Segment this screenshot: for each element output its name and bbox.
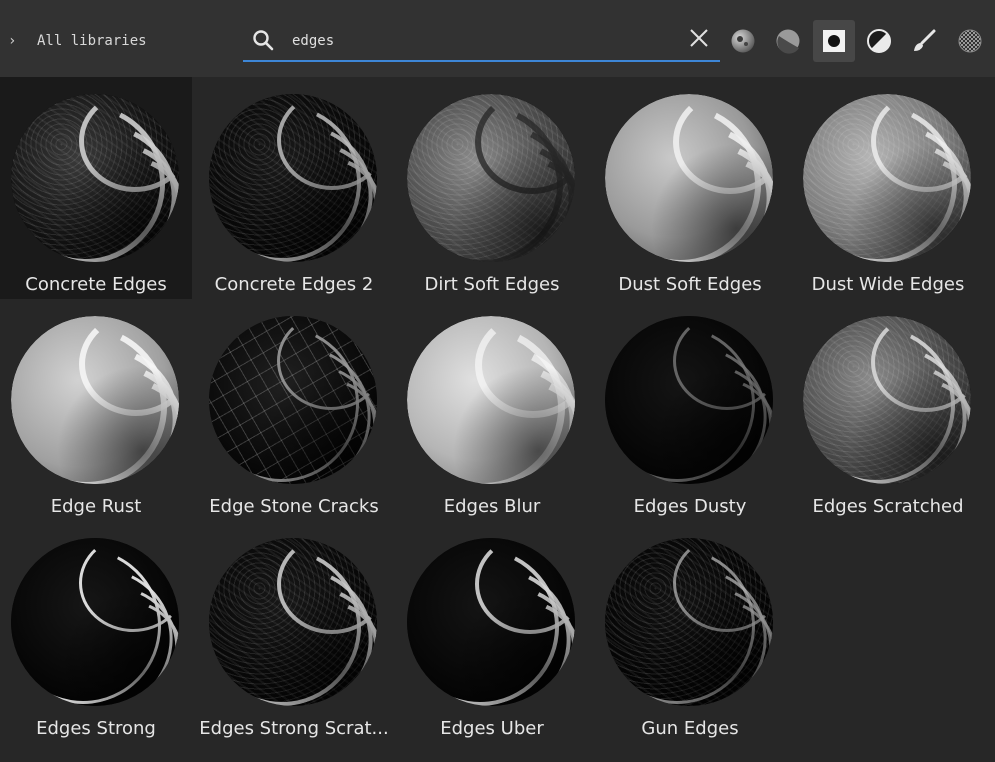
- filter-grunge-button[interactable]: [722, 20, 764, 62]
- material-tile[interactable]: Dust Wide Edges: [792, 77, 984, 299]
- grunge-sphere-icon: [731, 29, 755, 53]
- toolbar: › All libraries: [0, 0, 995, 77]
- mask-icon: [823, 30, 845, 52]
- search-bar: [243, 22, 720, 62]
- library-selector[interactable]: › All libraries: [8, 30, 163, 52]
- material-preview-sphere: [11, 94, 179, 262]
- material-label: Dirt Soft Edges: [424, 274, 560, 295]
- clear-search-icon[interactable]: [687, 26, 711, 50]
- pattern-icon: [958, 29, 982, 53]
- contrast-icon: [867, 29, 891, 53]
- material-tile[interactable]: Edges Blur: [396, 299, 588, 521]
- material-label: Edges Strong Scrat...: [199, 718, 389, 739]
- material-tile[interactable]: Edges Dusty: [594, 299, 786, 521]
- material-label: Dust Soft Edges: [618, 274, 762, 295]
- material-label: Edges Strong: [36, 718, 156, 739]
- material-preview-sphere: [407, 538, 575, 706]
- material-tile[interactable]: Edges Scratched: [792, 299, 984, 521]
- material-tile[interactable]: Edges Uber: [396, 521, 588, 743]
- material-tile[interactable]: Edge Rust: [0, 299, 192, 521]
- material-preview-sphere: [407, 94, 575, 262]
- material-preview-sphere: [605, 94, 773, 262]
- material-preview-sphere: [605, 316, 773, 484]
- material-label: Gun Edges: [641, 718, 739, 739]
- material-label: Edge Stone Cracks: [209, 496, 379, 517]
- material-label: Edges Uber: [440, 718, 544, 739]
- material-tile[interactable]: Gun Edges: [594, 521, 786, 743]
- material-preview-sphere: [209, 94, 377, 262]
- search-icon: [253, 30, 274, 51]
- material-label: Edge Rust: [50, 496, 142, 517]
- material-preview-sphere: [209, 316, 377, 484]
- material-tile[interactable]: Concrete Edges: [0, 77, 192, 299]
- material-tile[interactable]: Edge Stone Cracks: [198, 299, 390, 521]
- filter-shaded-button[interactable]: [767, 20, 809, 62]
- material-preview-sphere: [11, 538, 179, 706]
- filter-mask-button[interactable]: [813, 20, 855, 62]
- material-preview-sphere: [407, 316, 575, 484]
- material-label: Edges Dusty: [633, 496, 747, 517]
- material-label: Concrete Edges 2: [214, 274, 374, 295]
- material-grid: Concrete Edges Concrete Edges 2 Dirt Soft …: [0, 77, 995, 762]
- material-preview-sphere: [803, 94, 971, 262]
- material-preview-sphere: [803, 316, 971, 484]
- material-tile[interactable]: Dust Soft Edges: [594, 77, 786, 299]
- chevron-right-icon: ›: [8, 33, 17, 49]
- material-label: Concrete Edges: [25, 274, 167, 295]
- material-label: Edges Blur: [443, 496, 541, 517]
- material-tile[interactable]: Edges Strong Scrat...: [198, 521, 390, 743]
- material-tile[interactable]: Dirt Soft Edges: [396, 77, 588, 299]
- library-selector-label: All libraries: [37, 33, 147, 49]
- material-preview-sphere: [11, 316, 179, 484]
- brush-icon: [914, 29, 936, 51]
- filter-toolbar: [722, 20, 992, 62]
- shaded-sphere-icon: [776, 29, 800, 54]
- material-tile[interactable]: Concrete Edges 2: [198, 77, 390, 299]
- material-preview-sphere: [209, 538, 377, 706]
- material-label: Dust Wide Edges: [811, 274, 965, 295]
- material-tile[interactable]: Edges Strong: [0, 521, 192, 743]
- material-label: Edges Scratched: [812, 496, 964, 517]
- filter-contrast-button[interactable]: [858, 20, 900, 62]
- material-preview-sphere: [605, 538, 773, 706]
- filter-pattern-button[interactable]: [949, 20, 991, 62]
- search-input[interactable]: [292, 30, 672, 52]
- filter-brush-button[interactable]: [903, 20, 945, 62]
